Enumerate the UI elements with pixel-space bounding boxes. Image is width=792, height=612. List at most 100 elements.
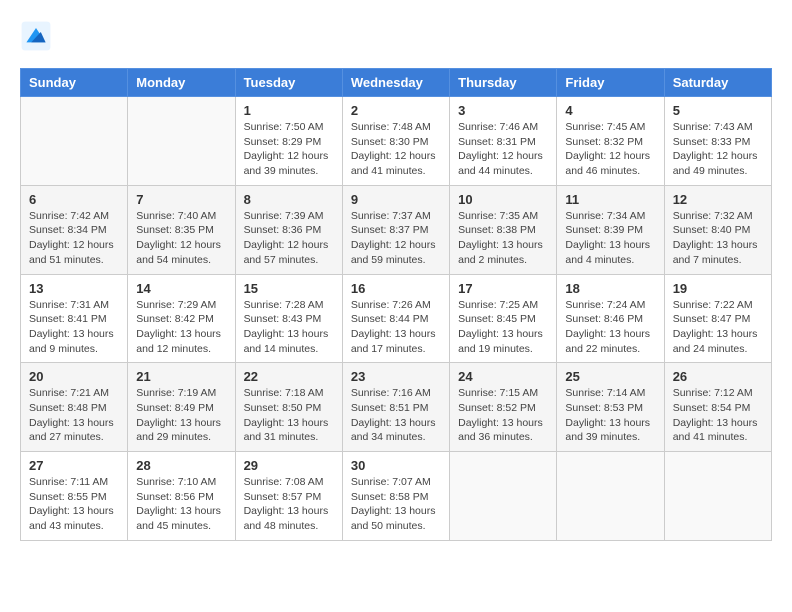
- weekday-header-friday: Friday: [557, 69, 664, 97]
- calendar-day-cell: [21, 97, 128, 186]
- logo: [20, 20, 56, 52]
- calendar-day-cell: 26 Sunrise: 7:12 AM Sunset: 8:54 PM Dayli…: [664, 363, 771, 452]
- calendar-day-cell: 12 Sunrise: 7:32 AM Sunset: 8:40 PM Dayli…: [664, 185, 771, 274]
- calendar-day-cell: [557, 452, 664, 541]
- calendar-week-row: 20 Sunrise: 7:21 AM Sunset: 8:48 PM Dayli…: [21, 363, 772, 452]
- day-info: Sunrise: 7:26 AM Sunset: 8:44 PM Dayligh…: [351, 298, 441, 357]
- calendar-day-cell: 20 Sunrise: 7:21 AM Sunset: 8:48 PM Dayli…: [21, 363, 128, 452]
- day-info: Sunrise: 7:29 AM Sunset: 8:42 PM Dayligh…: [136, 298, 226, 357]
- day-number: 18: [565, 281, 655, 296]
- day-number: 11: [565, 192, 655, 207]
- day-number: 6: [29, 192, 119, 207]
- day-number: 21: [136, 369, 226, 384]
- day-info: Sunrise: 7:45 AM Sunset: 8:32 PM Dayligh…: [565, 120, 655, 179]
- day-info: Sunrise: 7:07 AM Sunset: 8:58 PM Dayligh…: [351, 475, 441, 534]
- day-info: Sunrise: 7:42 AM Sunset: 8:34 PM Dayligh…: [29, 209, 119, 268]
- day-info: Sunrise: 7:16 AM Sunset: 8:51 PM Dayligh…: [351, 386, 441, 445]
- day-info: Sunrise: 7:28 AM Sunset: 8:43 PM Dayligh…: [244, 298, 334, 357]
- calendar-day-cell: 3 Sunrise: 7:46 AM Sunset: 8:31 PM Daylig…: [450, 97, 557, 186]
- day-number: 13: [29, 281, 119, 296]
- weekday-header-tuesday: Tuesday: [235, 69, 342, 97]
- day-info: Sunrise: 7:43 AM Sunset: 8:33 PM Dayligh…: [673, 120, 763, 179]
- calendar-day-cell: 27Sunrise: 7:11 AM Sunset: 8:55 PM Dayli…: [21, 452, 128, 541]
- weekday-header-sunday: Sunday: [21, 69, 128, 97]
- day-number: 26: [673, 369, 763, 384]
- calendar-day-cell: 17Sunrise: 7:25 AM Sunset: 8:45 PM Dayli…: [450, 274, 557, 363]
- day-info: Sunrise: 7:32 AM Sunset: 8:40 PM Dayligh…: [673, 209, 763, 268]
- day-number: 3: [458, 103, 548, 118]
- calendar-day-cell: 19 Sunrise: 7:22 AM Sunset: 8:47 PM Dayli…: [664, 274, 771, 363]
- calendar-day-cell: 8 Sunrise: 7:39 AM Sunset: 8:36 PM Daylig…: [235, 185, 342, 274]
- day-number: 9: [351, 192, 441, 207]
- day-number: 25: [565, 369, 655, 384]
- day-number: 14: [136, 281, 226, 296]
- calendar-day-cell: 23 Sunrise: 7:16 AM Sunset: 8:51 PM Dayli…: [342, 363, 449, 452]
- day-info: Sunrise: 7:19 AM Sunset: 8:49 PM Dayligh…: [136, 386, 226, 445]
- day-number: 23: [351, 369, 441, 384]
- calendar-day-cell: 21 Sunrise: 7:19 AM Sunset: 8:49 PM Dayli…: [128, 363, 235, 452]
- calendar-day-cell: 5Sunrise: 7:43 AM Sunset: 8:33 PM Daylig…: [664, 97, 771, 186]
- day-number: 4: [565, 103, 655, 118]
- calendar-day-cell: 10Sunrise: 7:35 AM Sunset: 8:38 PM Dayli…: [450, 185, 557, 274]
- day-info: Sunrise: 7:10 AM Sunset: 8:56 PM Dayligh…: [136, 475, 226, 534]
- calendar-day-cell: 9 Sunrise: 7:37 AM Sunset: 8:37 PM Daylig…: [342, 185, 449, 274]
- day-info: Sunrise: 7:37 AM Sunset: 8:37 PM Dayligh…: [351, 209, 441, 268]
- day-info: Sunrise: 7:31 AM Sunset: 8:41 PM Dayligh…: [29, 298, 119, 357]
- day-info: Sunrise: 7:08 AM Sunset: 8:57 PM Dayligh…: [244, 475, 334, 534]
- day-info: Sunrise: 7:24 AM Sunset: 8:46 PM Dayligh…: [565, 298, 655, 357]
- day-number: 30: [351, 458, 441, 473]
- day-info: Sunrise: 7:34 AM Sunset: 8:39 PM Dayligh…: [565, 209, 655, 268]
- day-number: 19: [673, 281, 763, 296]
- day-number: 16: [351, 281, 441, 296]
- calendar-day-cell: 30 Sunrise: 7:07 AM Sunset: 8:58 PM Dayli…: [342, 452, 449, 541]
- day-info: Sunrise: 7:50 AM Sunset: 8:29 PM Dayligh…: [244, 120, 334, 179]
- calendar-header-row: SundayMondayTuesdayWednesdayThursdayFrid…: [21, 69, 772, 97]
- day-number: 15: [244, 281, 334, 296]
- calendar-week-row: 6 Sunrise: 7:42 AM Sunset: 8:34 PM Daylig…: [21, 185, 772, 274]
- day-info: Sunrise: 7:35 AM Sunset: 8:38 PM Dayligh…: [458, 209, 548, 268]
- calendar-day-cell: 18 Sunrise: 7:24 AM Sunset: 8:46 PM Dayli…: [557, 274, 664, 363]
- day-number: 20: [29, 369, 119, 384]
- day-info: Sunrise: 7:22 AM Sunset: 8:47 PM Dayligh…: [673, 298, 763, 357]
- weekday-header-wednesday: Wednesday: [342, 69, 449, 97]
- calendar-week-row: 27Sunrise: 7:11 AM Sunset: 8:55 PM Dayli…: [21, 452, 772, 541]
- day-info: Sunrise: 7:25 AM Sunset: 8:45 PM Dayligh…: [458, 298, 548, 357]
- calendar-day-cell: 28 Sunrise: 7:10 AM Sunset: 8:56 PM Dayli…: [128, 452, 235, 541]
- calendar-day-cell: 2 Sunrise: 7:48 AM Sunset: 8:30 PM Daylig…: [342, 97, 449, 186]
- page-header: [20, 20, 772, 52]
- logo-icon: [20, 20, 52, 52]
- day-info: Sunrise: 7:15 AM Sunset: 8:52 PM Dayligh…: [458, 386, 548, 445]
- day-number: 8: [244, 192, 334, 207]
- calendar-day-cell: [128, 97, 235, 186]
- day-info: Sunrise: 7:48 AM Sunset: 8:30 PM Dayligh…: [351, 120, 441, 179]
- calendar-table: SundayMondayTuesdayWednesdayThursdayFrid…: [20, 68, 772, 541]
- calendar-week-row: 1 Sunrise: 7:50 AM Sunset: 8:29 PM Daylig…: [21, 97, 772, 186]
- calendar-day-cell: [450, 452, 557, 541]
- calendar-day-cell: 7Sunrise: 7:40 AM Sunset: 8:35 PM Daylig…: [128, 185, 235, 274]
- day-number: 1: [244, 103, 334, 118]
- calendar-day-cell: 14 Sunrise: 7:29 AM Sunset: 8:42 PM Dayli…: [128, 274, 235, 363]
- calendar-day-cell: 22Sunrise: 7:18 AM Sunset: 8:50 PM Dayli…: [235, 363, 342, 452]
- calendar-day-cell: 29 Sunrise: 7:08 AM Sunset: 8:57 PM Dayli…: [235, 452, 342, 541]
- day-number: 12: [673, 192, 763, 207]
- day-info: Sunrise: 7:11 AM Sunset: 8:55 PM Dayligh…: [29, 475, 119, 534]
- day-number: 24: [458, 369, 548, 384]
- calendar-day-cell: 24 Sunrise: 7:15 AM Sunset: 8:52 PM Dayli…: [450, 363, 557, 452]
- calendar-day-cell: 11 Sunrise: 7:34 AM Sunset: 8:39 PM Dayli…: [557, 185, 664, 274]
- day-info: Sunrise: 7:12 AM Sunset: 8:54 PM Dayligh…: [673, 386, 763, 445]
- day-info: Sunrise: 7:39 AM Sunset: 8:36 PM Dayligh…: [244, 209, 334, 268]
- day-info: Sunrise: 7:21 AM Sunset: 8:48 PM Dayligh…: [29, 386, 119, 445]
- day-number: 29: [244, 458, 334, 473]
- day-number: 28: [136, 458, 226, 473]
- calendar-day-cell: 1 Sunrise: 7:50 AM Sunset: 8:29 PM Daylig…: [235, 97, 342, 186]
- calendar-day-cell: [664, 452, 771, 541]
- weekday-header-thursday: Thursday: [450, 69, 557, 97]
- calendar-day-cell: 15 Sunrise: 7:28 AM Sunset: 8:43 PM Dayli…: [235, 274, 342, 363]
- calendar-week-row: 13 Sunrise: 7:31 AM Sunset: 8:41 PM Dayli…: [21, 274, 772, 363]
- calendar-day-cell: 13 Sunrise: 7:31 AM Sunset: 8:41 PM Dayli…: [21, 274, 128, 363]
- day-info: Sunrise: 7:14 AM Sunset: 8:53 PM Dayligh…: [565, 386, 655, 445]
- calendar-day-cell: 25 Sunrise: 7:14 AM Sunset: 8:53 PM Dayli…: [557, 363, 664, 452]
- day-info: Sunrise: 7:46 AM Sunset: 8:31 PM Dayligh…: [458, 120, 548, 179]
- calendar-day-cell: 6 Sunrise: 7:42 AM Sunset: 8:34 PM Daylig…: [21, 185, 128, 274]
- day-number: 2: [351, 103, 441, 118]
